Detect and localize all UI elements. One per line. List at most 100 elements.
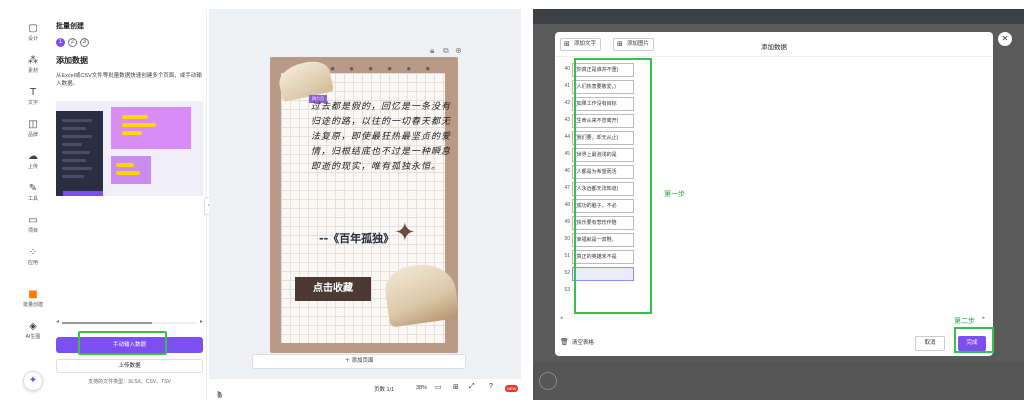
row-number: 45 [564, 151, 570, 157]
step-two-annotation: 第二步 [954, 318, 975, 325]
step-2: 2 [67, 38, 77, 47]
panel-horizontal-scrollbar[interactable]: ◂ ▸ [56, 318, 203, 325]
bottom-toolbar: ✎ 备注 页数 1/1 38% ▭ ⊞ ⤢ ? NEW [209, 379, 521, 400]
bulk-create-icon: ■ [28, 289, 38, 300]
step-3: 3 [79, 38, 89, 47]
bulk-create-preview-image [56, 101, 203, 196]
rail-item-bulk-create[interactable]: ■ 批量创建 [19, 289, 47, 308]
rail-item-text[interactable]: T 文字 [19, 87, 47, 106]
notes-label: 备注 [217, 393, 223, 399]
folder-icon: ▭ [28, 215, 38, 226]
rail-label: 工具 [27, 196, 38, 202]
modal-footer: 🗑︎ 清空表格 取消 完成 [555, 329, 993, 356]
poster-page[interactable]: ● ● ● ● ● ● ● ● 四六月 过去都是假的，回忆是一条没有归途的路，以… [270, 57, 458, 353]
ai-image-icon: ◈ [29, 321, 37, 332]
modal-header: ⊞ 添加文字 ⊞ 添加图片 添加数据 [555, 32, 993, 57]
row-number: 42 [564, 100, 570, 106]
panel-title: 批量创建 [56, 23, 84, 30]
preview-card [111, 156, 151, 184]
rail-label: 素材 [27, 68, 38, 74]
rail-label: 应用 [27, 260, 38, 266]
row-number: 41 [564, 83, 570, 89]
rail-item-brand[interactable]: ◫ 品牌 [19, 119, 47, 138]
rail-item-projects[interactable]: ▭ 项目 [19, 215, 47, 234]
highlight-box [78, 331, 167, 355]
scroll-left-icon[interactable]: ◂ [56, 318, 59, 325]
modal-title: 添加数据 [761, 44, 787, 51]
fullscreen-icon[interactable]: ⤢ [469, 383, 475, 391]
clear-table-button[interactable]: 🗑︎ 清空表格 [560, 338, 594, 346]
rail-label: 上传 [27, 164, 38, 170]
upload-data-button[interactable]: 上传数据 [56, 359, 203, 373]
row-number: 46 [564, 168, 570, 174]
table-horizontal-scrollbar[interactable]: ◂ ▸ [560, 315, 985, 322]
row-number: 51 [564, 253, 570, 259]
rail-item-ai-image[interactable]: ◈ AI生图 [19, 321, 47, 340]
dimmed-bottombar [533, 362, 1024, 400]
preview-card [111, 107, 191, 149]
trash-icon: 🗑︎ [560, 338, 569, 346]
highlight-box [574, 58, 652, 314]
duplicate-icon[interactable]: ⧉ [443, 46, 449, 56]
scroll-right-icon[interactable]: ▸ [200, 318, 203, 325]
step-1: 1 [56, 38, 65, 47]
rail-item-design[interactable]: ▢ 设计 [19, 23, 47, 42]
upload-icon: ☁ [28, 151, 38, 162]
magic-assistant-button[interactable]: ✦ [23, 371, 43, 391]
rail-item-upload[interactable]: ☁ 上传 [19, 151, 47, 170]
rail-item-elements[interactable]: ⁂ 素材 [19, 55, 47, 74]
tools-icon: ✎ [28, 183, 38, 194]
scroll-right-icon[interactable]: ▸ [982, 315, 985, 321]
grid-view-icon[interactable]: ⊞ [453, 383, 459, 391]
rail-label: 品牌 [27, 132, 38, 138]
section-description: 从Excel或CSV文件等批量数据快速创建多个页面，或手动输入数据。 [56, 73, 202, 87]
row-number: 53 [564, 287, 570, 293]
row-number: 44 [564, 134, 570, 140]
close-modal-button[interactable]: ✕ [998, 32, 1012, 46]
row-number: 40 [564, 66, 570, 72]
step-indicator: 1 2 3 [56, 38, 90, 47]
rail-label: 项目 [27, 228, 38, 234]
editor-screenshot: ▢ 设计 ⁂ 素材 T 文字 ◫ 品牌 ☁ 上传 ✎ 工具 ▭ 项目 ⁘ 应用 ■ 批量创建 ◈ A… [19, 9, 521, 400]
add-icon[interactable]: ⊕ [455, 46, 462, 55]
elements-icon: ⁂ [28, 55, 38, 66]
screen: ▢ 设计 ⁂ 素材 T 文字 ◫ 品牌 ☁ 上传 ✎ 工具 ▭ 项目 ⁘ 应用 ■ 批量创建 ◈ A… [0, 0, 1024, 403]
sparkle-star-icon: ✦ [394, 217, 416, 247]
canvas-area: 🔒︎ ⧉ ⊕ ● ● ● ● ● ● ● ● 四六月 过去都是假的，回忆是一条没… [209, 9, 521, 400]
add-data-modal: ⊞ 添加文字 ⊞ 添加图片 添加数据 40 (你真正是谁并不重) 41 (人们热衷要敬爱… [555, 32, 993, 356]
scroll-left-icon[interactable]: ◂ [560, 315, 563, 321]
dimmed-topbar [533, 9, 1024, 24]
step-one-annotation: 第一步 [664, 191, 685, 198]
add-data-screenshot: ✕ ⊞ 添加文字 ⊞ 添加图片 添加数据 40 (你真正是谁并不重) 41 (人们热衷要… [533, 9, 1024, 400]
preview-button [63, 191, 103, 196]
row-number: 52 [564, 270, 570, 276]
add-page-button[interactable]: ＋ 添加页面 [252, 354, 466, 369]
rail-item-tools[interactable]: ✎ 工具 [19, 183, 47, 202]
collect-label[interactable]: 点击收藏 [295, 277, 371, 301]
preview-sidebar [56, 111, 103, 196]
row-number: 48 [564, 202, 570, 208]
supported-formats-text: 支持的文件类型：XLSX、CSV、TSV [88, 379, 171, 385]
row-number: 43 [564, 117, 570, 123]
row-number: 49 [564, 219, 570, 225]
close-icon: ✕ [1001, 34, 1009, 43]
layout-icon: ▢ [28, 23, 38, 34]
new-badge: NEW [505, 385, 519, 392]
lock-icon[interactable]: 🔒︎ [430, 46, 434, 56]
brand-icon: ◫ [28, 119, 38, 130]
apps-icon: ⁘ [28, 247, 38, 258]
poster-signature[interactable]: --《百年孤独》 [319, 230, 394, 246]
poster-quote[interactable]: 过去都是假的，回忆是一条没有归途的路，以往的一切春天都无法复原，即使最狂热最坚贞… [311, 100, 455, 175]
sparkle-icon: ✦ [28, 375, 38, 386]
side-rail: ▢ 设计 ⁂ 素材 T 文字 ◫ 品牌 ☁ 上传 ✎ 工具 ▭ 项目 ⁘ 应用 ■ 批量创建 ◈ A… [19, 9, 47, 400]
help-icon[interactable]: ? [489, 383, 493, 390]
rail-label: AI生图 [25, 334, 41, 340]
cancel-button[interactable]: 取消 [915, 336, 945, 351]
page-counter: 页数 1/1 [374, 387, 395, 393]
row-number: 47 [564, 185, 570, 191]
page-view-icon[interactable]: ▭ [435, 383, 442, 391]
rail-item-apps[interactable]: ⁘ 应用 [19, 247, 47, 266]
section-title: 添加数据 [56, 56, 88, 65]
zoom-level[interactable]: 38% [416, 385, 427, 391]
text-icon: T [29, 87, 37, 98]
